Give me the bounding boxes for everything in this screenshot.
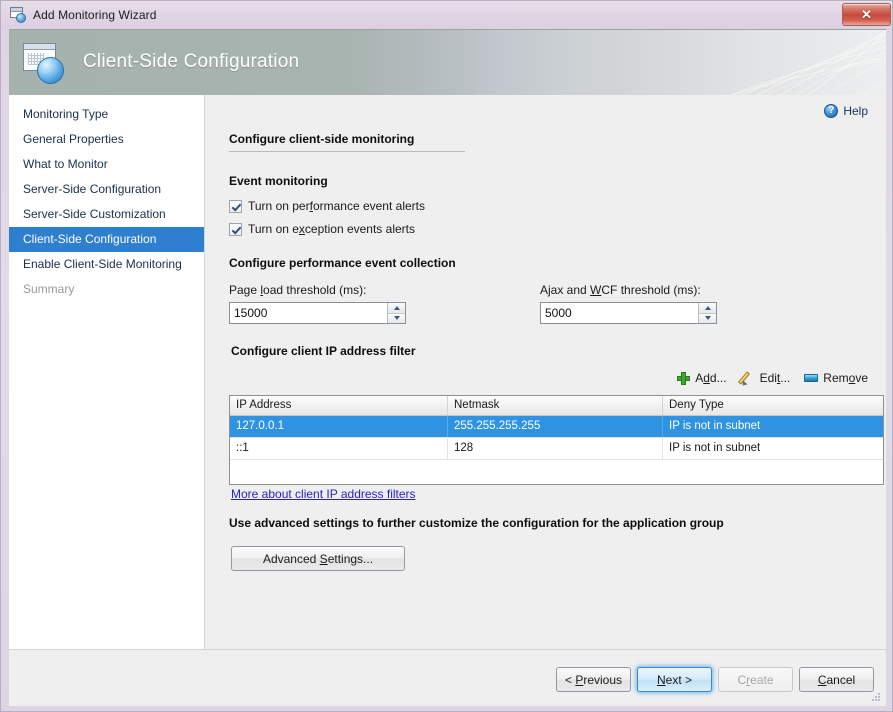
ip-filter-table[interactable]: IP Address Netmask Deny Type 127.0.0.1 2…	[229, 395, 884, 485]
sidebar-item-what-to-monitor[interactable]: What to Monitor	[9, 152, 204, 177]
page-load-spin-down[interactable]	[388, 313, 405, 323]
section-heading-performance-event-collection: Configure performance event collection	[229, 256, 456, 270]
header-banner: Client-Side Configuration	[9, 29, 886, 96]
banner-mesh-decoration	[726, 30, 886, 96]
section-heading-event-monitoring: Event monitoring	[229, 174, 328, 188]
chevron-up-icon	[393, 305, 400, 310]
table-header-row: IP Address Netmask Deny Type	[230, 396, 883, 416]
section-heading-configure-client-side-monitoring: Configure client-side monitoring	[229, 132, 415, 146]
page-load-threshold-input[interactable]	[230, 303, 387, 323]
checkbox-indicator	[229, 199, 242, 213]
checkbox-performance-event-alerts-label: Turn on performance event alerts	[248, 199, 425, 213]
next-button[interactable]: Next >	[637, 667, 712, 692]
add-button-label: Add...	[695, 371, 727, 385]
checkbox-performance-event-alerts[interactable]: Turn on performance event alerts	[229, 199, 425, 213]
page-load-spin-up[interactable]	[388, 303, 405, 314]
create-button: Create	[718, 667, 793, 692]
column-header-ip-address[interactable]: IP Address	[230, 396, 448, 415]
sidebar-item-server-side-configuration[interactable]: Server-Side Configuration	[9, 177, 204, 202]
remove-button[interactable]: Remove	[804, 371, 868, 385]
app-window-globe-icon	[10, 7, 27, 23]
ajax-wcf-spin-down[interactable]	[699, 313, 716, 323]
title-bar: Add Monitoring Wizard ✕	[1, 1, 892, 29]
previous-button[interactable]: < Previous	[556, 667, 631, 692]
sidebar-item-enable-client-side-monitoring[interactable]: Enable Client-Side Monitoring	[9, 252, 204, 277]
remove-button-label: Remove	[823, 371, 868, 385]
wizard-step-sidebar: Monitoring Type General Properties What …	[9, 95, 205, 649]
pencil-edit-icon	[741, 372, 755, 385]
footer-bar: < Previous Next > Create Cancel	[9, 649, 886, 706]
column-header-netmask[interactable]: Netmask	[448, 396, 663, 415]
edit-button-label: Edit...	[759, 371, 791, 385]
column-header-deny-type[interactable]: Deny Type	[663, 396, 883, 415]
cell-deny-type: IP is not in subnet	[669, 442, 761, 454]
help-link[interactable]: ? Help	[824, 104, 868, 118]
sidebar-item-monitoring-type[interactable]: Monitoring Type	[9, 102, 204, 127]
previous-button-label: < Previous	[564, 672, 623, 687]
window-title: Add Monitoring Wizard	[33, 8, 157, 22]
table-row[interactable]: 127.0.0.1 255.255.255.255 IP is not in s…	[230, 416, 883, 438]
ajax-wcf-threshold-input[interactable]	[541, 303, 698, 323]
cell-ip-address: 127.0.0.1	[230, 416, 448, 437]
close-button[interactable]: ✕	[842, 3, 891, 26]
cancel-button[interactable]: Cancel	[799, 667, 874, 692]
page-title: Client-Side Configuration	[83, 51, 300, 73]
next-button-label: Next >	[656, 672, 693, 687]
ip-filter-toolbar: Add... Edit... Remove	[677, 371, 868, 385]
sidebar-item-server-side-customization[interactable]: Server-Side Customization	[9, 202, 204, 227]
close-icon: ✕	[861, 7, 872, 22]
cell-ip-address: ::1	[230, 438, 448, 459]
advanced-settings-button[interactable]: Advanced Settings...	[231, 546, 405, 571]
add-button[interactable]: Add...	[677, 371, 727, 385]
add-icon	[677, 371, 691, 385]
chevron-down-icon	[393, 316, 400, 321]
cell-netmask: 255.255.255.255	[448, 416, 663, 437]
chevron-down-icon	[704, 316, 711, 321]
cell-deny-type: IP is not in subnet	[669, 420, 761, 432]
cancel-button-label: Cancel	[817, 672, 856, 687]
section-heading-advanced-settings: Use advanced settings to further customi…	[229, 516, 724, 530]
sidebar-item-general-properties[interactable]: General Properties	[9, 127, 204, 152]
page-load-threshold-spinner[interactable]	[229, 302, 406, 324]
table-row[interactable]: ::1 128 IP is not in subnet	[230, 438, 883, 460]
section-heading-client-ip-address-filter: Configure client IP address filter	[231, 344, 416, 358]
edit-button[interactable]: Edit...	[741, 371, 791, 385]
checkbox-indicator	[229, 222, 242, 236]
advanced-settings-button-label: Advanced Settings...	[262, 551, 374, 566]
sidebar-item-client-side-configuration[interactable]: Client-Side Configuration	[9, 227, 204, 252]
ajax-wcf-spin-up[interactable]	[699, 303, 716, 314]
help-icon: ?	[824, 104, 839, 118]
sidebar-item-summary: Summary	[23, 282, 75, 296]
page-load-threshold-label: Page load threshold (ms):	[229, 283, 367, 297]
remove-icon	[804, 374, 819, 382]
checkbox-exception-events-alerts-label: Turn on exception events alerts	[248, 222, 415, 236]
content-panel: ? Help Configure client-side monitoring …	[205, 95, 886, 649]
page-load-spin-buttons[interactable]	[387, 303, 405, 323]
ajax-wcf-threshold-label: Ajax and WCF threshold (ms):	[540, 283, 701, 297]
resize-grip[interactable]	[871, 692, 882, 703]
heading-divider	[229, 151, 465, 152]
more-about-ip-filters-link[interactable]: More about client IP address filters	[231, 487, 416, 501]
help-label: Help	[843, 104, 868, 118]
ajax-wcf-threshold-spinner[interactable]	[540, 302, 717, 324]
ajax-wcf-spin-buttons[interactable]	[698, 303, 716, 323]
body-area: Monitoring Type General Properties What …	[9, 95, 886, 649]
chevron-up-icon	[704, 305, 711, 310]
create-button-label: Create	[737, 672, 774, 687]
cell-netmask: 128	[448, 438, 663, 459]
checkbox-exception-events-alerts[interactable]: Turn on exception events alerts	[229, 222, 415, 236]
banner-window-globe-icon	[21, 41, 67, 85]
wizard-window: Add Monitoring Wizard ✕ Client-Side Conf…	[0, 0, 893, 712]
